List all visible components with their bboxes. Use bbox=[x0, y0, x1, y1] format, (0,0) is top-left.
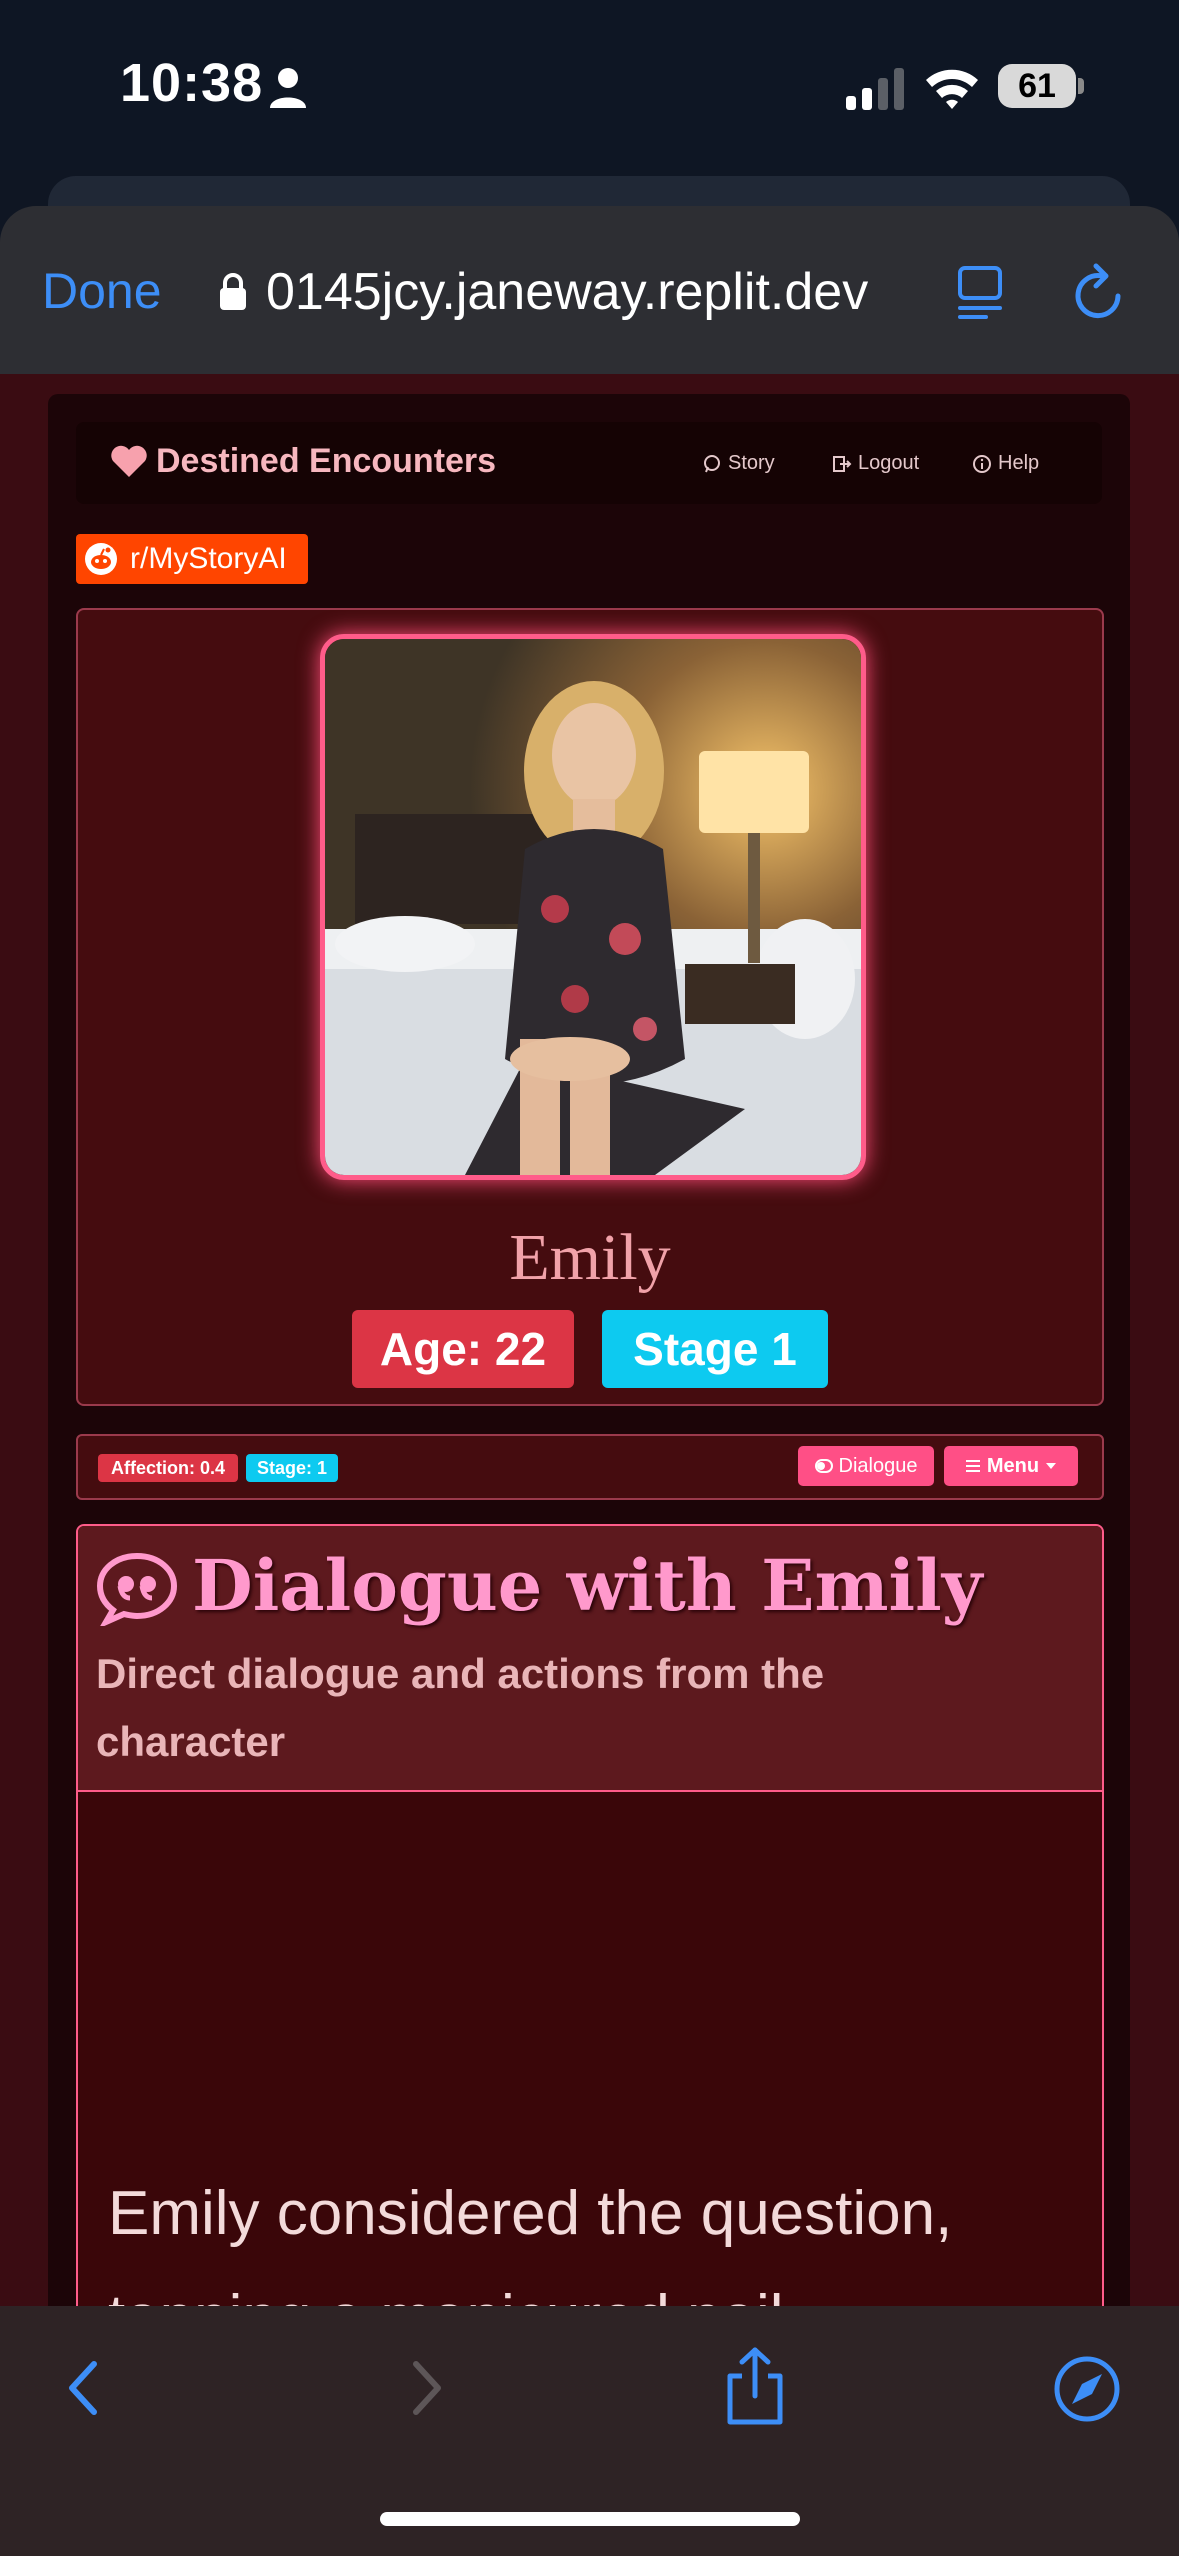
nav-help-label: Help bbox=[998, 452, 1040, 474]
info-icon bbox=[973, 454, 991, 473]
nav-story-label: Story bbox=[728, 452, 775, 474]
status-time: 10:38 bbox=[120, 53, 264, 113]
done-button[interactable]: Done bbox=[42, 262, 162, 320]
dialogue-subtitle: Direct dialogue and actions from the cha… bbox=[96, 1650, 825, 1765]
reddit-label: r/MyStoryAI bbox=[130, 542, 287, 575]
logout-icon bbox=[833, 455, 852, 472]
forward-arrow-icon[interactable] bbox=[400, 2358, 450, 2418]
character-name: Emily bbox=[509, 1221, 671, 1294]
stage-pill: Stage: 1 bbox=[246, 1454, 338, 1482]
caret-down-icon bbox=[1046, 1463, 1057, 1469]
affection-badge: Affection: 0.4 bbox=[98, 1454, 238, 1482]
hamburger-icon bbox=[965, 1460, 980, 1472]
reload-icon[interactable] bbox=[1072, 262, 1128, 322]
dialogue-text: Emily considered the question, tapping a… bbox=[108, 2179, 953, 2306]
back-arrow-icon[interactable] bbox=[60, 2358, 110, 2418]
url-field[interactable]: 0145jcy.janeway.replit.dev bbox=[266, 262, 868, 322]
brand-title[interactable]: Destined Encounters bbox=[156, 442, 496, 481]
menu-dropdown-button[interactable]: Menu bbox=[944, 1446, 1078, 1486]
quote-bubble-icon bbox=[96, 1552, 178, 1626]
nav-help-link[interactable]: Help bbox=[972, 452, 1039, 475]
dialogue-header: Dialogue with Emily Direct dialogue and … bbox=[78, 1526, 1102, 1792]
wifi-icon bbox=[926, 69, 978, 109]
site-navbar: Destined Encounters Story Logout Help bbox=[76, 422, 1102, 504]
dialogue-body: Emily considered the question, tapping a… bbox=[78, 1792, 1102, 2306]
status-bar: 10:38 61 bbox=[0, 0, 1179, 170]
heart-icon bbox=[111, 445, 147, 477]
character-portrait bbox=[320, 634, 866, 1180]
share-icon[interactable] bbox=[720, 2346, 790, 2426]
reddit-link-button[interactable]: r/MyStoryAI bbox=[76, 534, 308, 584]
toggle-icon bbox=[814, 1459, 833, 1473]
dialogue-toggle-button[interactable]: Dialogue bbox=[798, 1446, 934, 1486]
compass-icon[interactable] bbox=[1052, 2354, 1122, 2424]
nav-logout-link[interactable]: Logout bbox=[832, 452, 919, 475]
age-badge: Age: 22 bbox=[352, 1310, 574, 1388]
nav-logout-label: Logout bbox=[858, 452, 920, 474]
portrait-image bbox=[325, 639, 861, 1175]
cellular-signal-icon bbox=[846, 68, 904, 110]
dialogue-button-label: Dialogue bbox=[838, 1455, 918, 1477]
home-indicator bbox=[380, 2512, 800, 2526]
status-toolbar: Affection: 0.4 Stage: 1 Dialogue Menu bbox=[76, 1434, 1104, 1500]
battery-indicator: 61 bbox=[998, 64, 1076, 108]
nav-story-link[interactable]: Story bbox=[702, 452, 775, 475]
person-icon bbox=[270, 68, 306, 108]
character-profile-card: Emily Age: 22 Stage 1 bbox=[76, 608, 1104, 1406]
dialogue-card: Dialogue with Emily Direct dialogue and … bbox=[76, 1524, 1104, 2306]
dialogue-title: Dialogue with Emily bbox=[192, 1544, 983, 1627]
web-page: Destined Encounters Story Logout Help r/… bbox=[0, 374, 1179, 2306]
chat-bubble-icon bbox=[704, 454, 720, 472]
reader-mode-icon[interactable] bbox=[956, 264, 1006, 320]
page-container: Destined Encounters Story Logout Help r/… bbox=[48, 394, 1130, 2306]
reddit-icon bbox=[85, 543, 117, 575]
stage-badge: Stage 1 bbox=[602, 1310, 828, 1388]
menu-button-label: Menu bbox=[986, 1455, 1040, 1477]
battery-tip bbox=[1078, 78, 1084, 94]
lock-icon bbox=[220, 273, 246, 310]
